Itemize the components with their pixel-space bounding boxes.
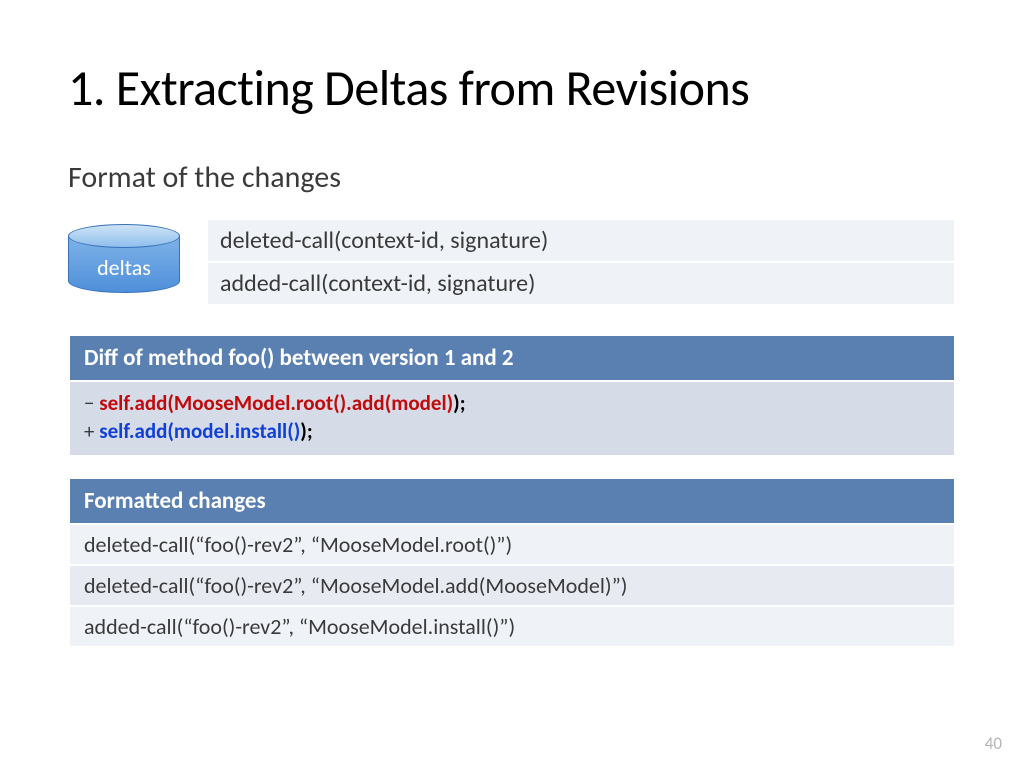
format-table: deleted-call(context-id, signature) adde…	[206, 218, 956, 306]
changes-row: deleted-call(“foo()-rev2”, “MooseModel.a…	[69, 565, 955, 606]
diff-removed-tail: );	[453, 390, 465, 416]
diff-removed-code: self.add(MooseModel.root().add(model)	[99, 390, 453, 416]
diff-removed-line: − self.add(MooseModel.root().add(model))…	[84, 389, 940, 417]
format-row-cell: deleted-call(context-id, signature)	[207, 219, 955, 262]
changes-table: deleted-call(“foo()-rev2”, “MooseModel.r…	[68, 523, 956, 648]
diff-plus-symbol: +	[84, 418, 99, 444]
slide-subtitle: Format of the changes	[68, 159, 956, 196]
cylinder-label: deltas	[68, 254, 180, 281]
format-row-cell: added-call(context-id, signature)	[207, 262, 955, 305]
changes-panel: Formatted changes deleted-call(“foo()-re…	[68, 477, 956, 648]
diff-added-tail: );	[300, 418, 312, 444]
format-row: deltas deleted-call(context-id, signatur…	[68, 218, 956, 306]
diff-panel-header: Diff of method foo() between version 1 a…	[68, 334, 956, 380]
page-number: 40	[985, 733, 1002, 754]
deltas-cylinder-icon: deltas	[68, 224, 180, 298]
diff-minus-symbol: −	[84, 390, 99, 416]
changes-row: deleted-call(“foo()-rev2”, “MooseModel.r…	[69, 524, 955, 565]
diff-panel: Diff of method foo() between version 1 a…	[68, 334, 956, 457]
changes-row: added-call(“foo()-rev2”, “MooseModel.ins…	[69, 606, 955, 647]
changes-panel-header: Formatted changes	[68, 477, 956, 523]
diff-added-code: self.add(model.install()	[99, 418, 300, 444]
slide: 1. Extracting Deltas from Revisions Form…	[0, 0, 1024, 768]
slide-title: 1. Extracting Deltas from Revisions	[68, 58, 956, 119]
diff-panel-body: − self.add(MooseModel.root().add(model))…	[68, 380, 956, 457]
diff-added-line: + self.add(model.install());	[84, 417, 940, 445]
